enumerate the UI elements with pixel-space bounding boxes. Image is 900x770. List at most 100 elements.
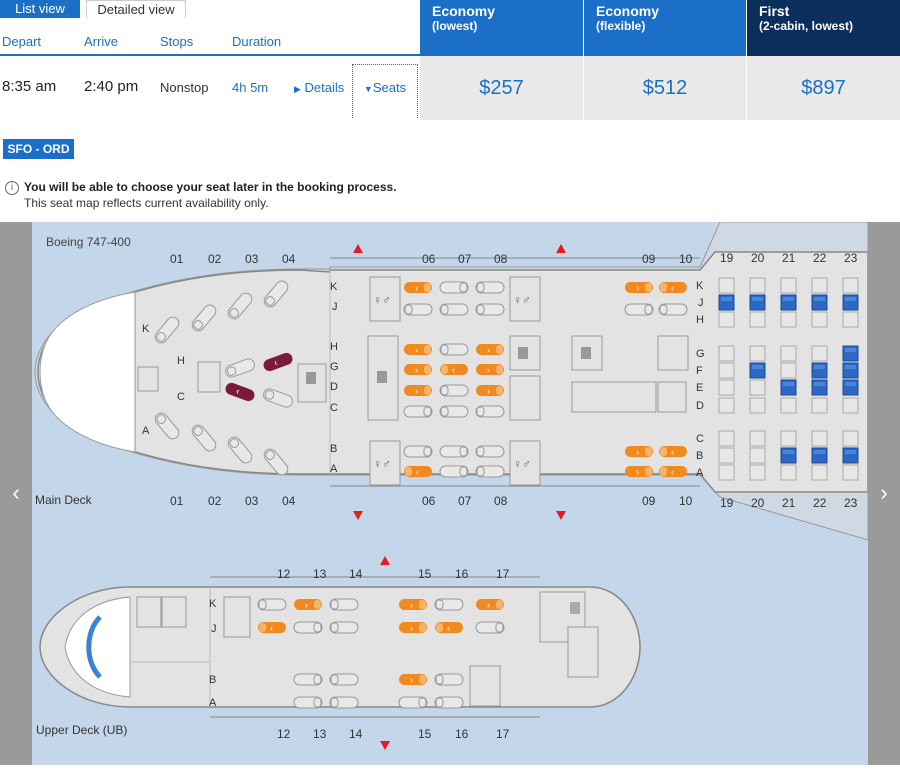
seat-available[interactable]	[625, 446, 653, 457]
seat[interactable]	[780, 464, 797, 481]
seat-available[interactable]	[404, 282, 432, 293]
seat-available-economy[interactable]	[780, 294, 797, 311]
seat-available[interactable]	[404, 466, 432, 477]
seat-available[interactable]	[476, 385, 504, 396]
seat[interactable]	[811, 345, 828, 362]
chevron-left-icon[interactable]: ‹	[0, 480, 32, 506]
seat-available[interactable]	[294, 599, 322, 610]
seat[interactable]	[439, 445, 469, 458]
details-link[interactable]: ▶ Details	[294, 80, 344, 95]
seat-available[interactable]	[404, 364, 432, 375]
seat[interactable]	[329, 673, 359, 686]
seat[interactable]	[749, 430, 766, 447]
tab-list-view[interactable]: List view	[0, 0, 80, 18]
seat-available[interactable]	[404, 344, 432, 355]
seat[interactable]	[718, 345, 735, 362]
seat[interactable]	[780, 277, 797, 294]
seat[interactable]	[439, 343, 469, 356]
seat-available-economy[interactable]	[718, 294, 735, 311]
seat[interactable]	[749, 345, 766, 362]
seat[interactable]	[257, 598, 287, 611]
seat[interactable]	[718, 447, 735, 464]
seat[interactable]	[398, 696, 428, 709]
seat-available-economy[interactable]	[811, 379, 828, 396]
seats-toggle-button[interactable]: ▼Seats	[352, 64, 418, 118]
seat-available-economy[interactable]	[842, 379, 859, 396]
seat-available[interactable]	[440, 364, 468, 375]
column-depart[interactable]: Depart	[2, 34, 41, 49]
seat-available[interactable]	[659, 466, 687, 477]
seat[interactable]	[749, 311, 766, 328]
seat-available-economy[interactable]	[842, 345, 859, 362]
seat-available-economy[interactable]	[811, 294, 828, 311]
seat[interactable]	[434, 598, 464, 611]
seat-available[interactable]	[476, 599, 504, 610]
seat[interactable]	[718, 277, 735, 294]
tab-detailed-view[interactable]: Detailed view	[86, 0, 186, 18]
seat[interactable]	[403, 405, 433, 418]
seat[interactable]	[749, 447, 766, 464]
seat[interactable]	[434, 673, 464, 686]
seat-available[interactable]	[476, 364, 504, 375]
price-first[interactable]: $897	[747, 56, 900, 120]
seat[interactable]	[475, 445, 505, 458]
seat-available[interactable]	[659, 282, 687, 293]
seat[interactable]	[403, 303, 433, 316]
seat[interactable]	[329, 696, 359, 709]
seat[interactable]	[624, 303, 654, 316]
seat[interactable]	[439, 281, 469, 294]
seat-available-economy[interactable]	[842, 294, 859, 311]
seat[interactable]	[475, 405, 505, 418]
seat-available[interactable]	[625, 282, 653, 293]
seat[interactable]	[475, 303, 505, 316]
seat[interactable]	[811, 277, 828, 294]
seat-available[interactable]	[399, 622, 427, 633]
seat[interactable]	[842, 397, 859, 414]
seat-available[interactable]	[399, 599, 427, 610]
seat[interactable]	[439, 384, 469, 397]
seat-available-economy[interactable]	[749, 362, 766, 379]
price-economy-lowest[interactable]: $257	[420, 56, 583, 120]
seat[interactable]	[718, 311, 735, 328]
seat[interactable]	[749, 277, 766, 294]
seat[interactable]	[780, 397, 797, 414]
seat[interactable]	[718, 362, 735, 379]
seat[interactable]	[718, 464, 735, 481]
seat[interactable]	[293, 696, 323, 709]
seat[interactable]	[780, 311, 797, 328]
seat-available-economy[interactable]	[811, 362, 828, 379]
seat[interactable]	[718, 397, 735, 414]
seat-available-economy[interactable]	[749, 294, 766, 311]
seat[interactable]	[811, 311, 828, 328]
column-stops[interactable]: Stops	[160, 34, 193, 49]
seat[interactable]	[749, 397, 766, 414]
seat[interactable]	[475, 621, 505, 634]
seat[interactable]	[434, 696, 464, 709]
seat[interactable]	[811, 430, 828, 447]
seat-available-economy[interactable]	[811, 447, 828, 464]
seat[interactable]	[439, 405, 469, 418]
seat-available-economy[interactable]	[842, 447, 859, 464]
seat-available[interactable]	[399, 674, 427, 685]
seat[interactable]	[293, 673, 323, 686]
seat[interactable]	[439, 303, 469, 316]
seat[interactable]	[811, 397, 828, 414]
seat-available[interactable]	[659, 446, 687, 457]
seat[interactable]	[780, 430, 797, 447]
chevron-right-icon[interactable]: ›	[868, 480, 900, 506]
seat[interactable]	[749, 379, 766, 396]
column-duration[interactable]: Duration	[232, 34, 281, 49]
seat[interactable]	[329, 598, 359, 611]
seat[interactable]	[780, 345, 797, 362]
seat[interactable]	[658, 303, 688, 316]
seat[interactable]	[749, 464, 766, 481]
seat[interactable]	[403, 445, 433, 458]
seat-available[interactable]	[258, 622, 286, 633]
seat[interactable]	[718, 430, 735, 447]
seat-available[interactable]	[435, 622, 463, 633]
seat[interactable]	[842, 277, 859, 294]
seat[interactable]	[811, 464, 828, 481]
seat[interactable]	[842, 464, 859, 481]
seat[interactable]	[439, 465, 469, 478]
seat[interactable]	[475, 281, 505, 294]
